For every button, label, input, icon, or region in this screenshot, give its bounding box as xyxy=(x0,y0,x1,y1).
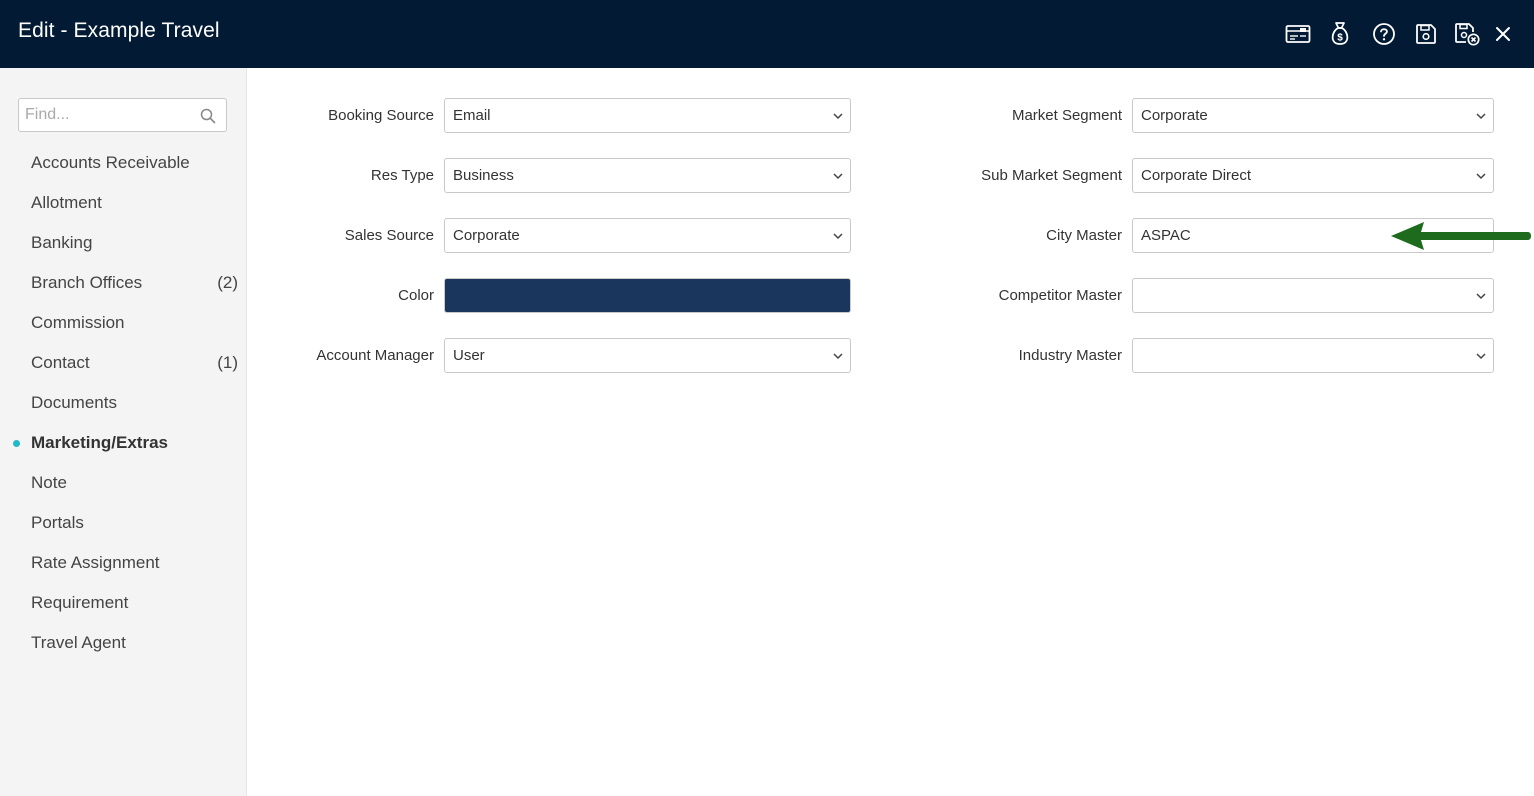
sidebar-item-documents[interactable]: Documents xyxy=(0,385,247,421)
account-manager-select[interactable]: User xyxy=(444,338,851,373)
industry-master-label: Industry Master xyxy=(1018,347,1122,364)
sidebar-item-requirement[interactable]: Requirement xyxy=(0,585,247,621)
market-segment-value: Corporate xyxy=(1141,107,1208,124)
sidebar-item-label: Commission xyxy=(31,313,125,332)
save-icon xyxy=(1416,24,1436,44)
sales-source-label: Sales Source xyxy=(344,227,434,244)
card-button[interactable] xyxy=(1284,20,1312,48)
chevron-down-icon xyxy=(833,173,843,180)
chevron-down-icon xyxy=(1476,173,1486,180)
sidebar: Accounts Receivable Allotment Banking Br… xyxy=(0,68,247,796)
market-segment-label: Market Segment xyxy=(1011,107,1122,124)
chevron-down-icon xyxy=(833,113,843,120)
res-type-value: Business xyxy=(453,167,514,184)
close-icon xyxy=(1496,27,1510,41)
sidebar-item-count: (1) xyxy=(217,353,238,372)
annotation-arrow-icon xyxy=(1391,222,1531,250)
find-input[interactable] xyxy=(19,99,200,131)
sidebar-item-contact[interactable]: Contact (1) xyxy=(0,345,247,381)
sub-market-segment-value: Corporate Direct xyxy=(1141,167,1252,184)
competitor-master-select[interactable] xyxy=(1132,278,1494,313)
account-manager-value: User xyxy=(453,347,485,364)
res-type-label: Res Type xyxy=(370,167,434,184)
help-icon xyxy=(1373,23,1395,45)
sub-market-segment-select[interactable]: Corporate Direct xyxy=(1132,158,1494,193)
account-manager-label: Account Manager xyxy=(316,347,434,364)
find-box[interactable] xyxy=(18,98,227,132)
chevron-down-icon xyxy=(1476,113,1486,120)
sidebar-item-marketing-extras[interactable]: Marketing/Extras xyxy=(0,425,247,461)
save-close-icon xyxy=(1455,23,1480,46)
sidebar-item-note[interactable]: Note xyxy=(0,465,247,501)
color-label: Color xyxy=(398,287,434,304)
sales-source-select[interactable]: Corporate xyxy=(444,218,851,253)
save-and-close-button[interactable] xyxy=(1453,20,1481,48)
sidebar-item-portals[interactable]: Portals xyxy=(0,505,247,541)
sidebar-item-label: Portals xyxy=(31,513,84,532)
competitor-master-label: Competitor Master xyxy=(998,287,1122,304)
help-button[interactable] xyxy=(1370,20,1398,48)
booking-source-select[interactable]: Email xyxy=(444,98,851,133)
deposit-button[interactable]: $ xyxy=(1326,20,1354,48)
sidebar-item-label: Rate Assignment xyxy=(31,553,160,572)
sidebar-item-count: (2) xyxy=(217,273,238,292)
chevron-down-icon xyxy=(833,353,843,360)
market-segment-select[interactable]: Corporate xyxy=(1132,98,1494,133)
save-button[interactable] xyxy=(1412,20,1440,48)
sidebar-item-banking[interactable]: Banking xyxy=(0,225,247,261)
sidebar-item-label: Allotment xyxy=(31,193,102,212)
sidebar-item-label: Accounts Receivable xyxy=(31,153,190,172)
chevron-down-icon xyxy=(833,233,843,240)
search-icon[interactable] xyxy=(200,108,216,124)
sub-market-segment-label: Sub Market Segment xyxy=(981,167,1122,184)
booking-source-label: Booking Source xyxy=(328,107,434,124)
active-indicator xyxy=(13,440,20,447)
window-title: Edit - Example Travel xyxy=(18,19,220,42)
sidebar-item-commission[interactable]: Commission xyxy=(0,305,247,341)
svg-text:$: $ xyxy=(1337,33,1343,44)
chevron-down-icon xyxy=(1476,293,1486,300)
chevron-down-icon xyxy=(1476,353,1486,360)
sidebar-item-travel-agent[interactable]: Travel Agent xyxy=(0,625,247,661)
window-header: Edit - Example Travel $ xyxy=(0,0,1534,68)
sidebar-item-branch-offices[interactable]: Branch Offices (2) xyxy=(0,265,247,301)
sidebar-item-rate-assignment[interactable]: Rate Assignment xyxy=(0,545,247,581)
sidebar-item-label: Contact xyxy=(31,353,90,372)
sidebar-item-allotment[interactable]: Allotment xyxy=(0,185,247,221)
booking-source-value: Email xyxy=(453,107,491,124)
sidebar-item-label: Banking xyxy=(31,233,93,252)
sidebar-item-label: Note xyxy=(31,473,67,492)
close-button[interactable] xyxy=(1489,20,1517,48)
card-icon xyxy=(1285,25,1311,43)
city-master-label: City Master xyxy=(1046,227,1122,244)
money-bag-icon: $ xyxy=(1331,22,1349,45)
color-picker[interactable] xyxy=(444,278,851,313)
sidebar-item-label: Travel Agent xyxy=(31,633,126,652)
sidebar-item-label: Branch Offices xyxy=(31,273,143,292)
sidebar-item-label: Documents xyxy=(31,393,117,412)
sidebar-item-label: Marketing/Extras xyxy=(31,433,168,452)
sidebar-item-accounts-receivable[interactable]: Accounts Receivable xyxy=(0,145,247,181)
sales-source-value: Corporate xyxy=(453,227,520,244)
industry-master-select[interactable] xyxy=(1132,338,1494,373)
sidebar-item-label: Requirement xyxy=(31,593,129,612)
res-type-select[interactable]: Business xyxy=(444,158,851,193)
